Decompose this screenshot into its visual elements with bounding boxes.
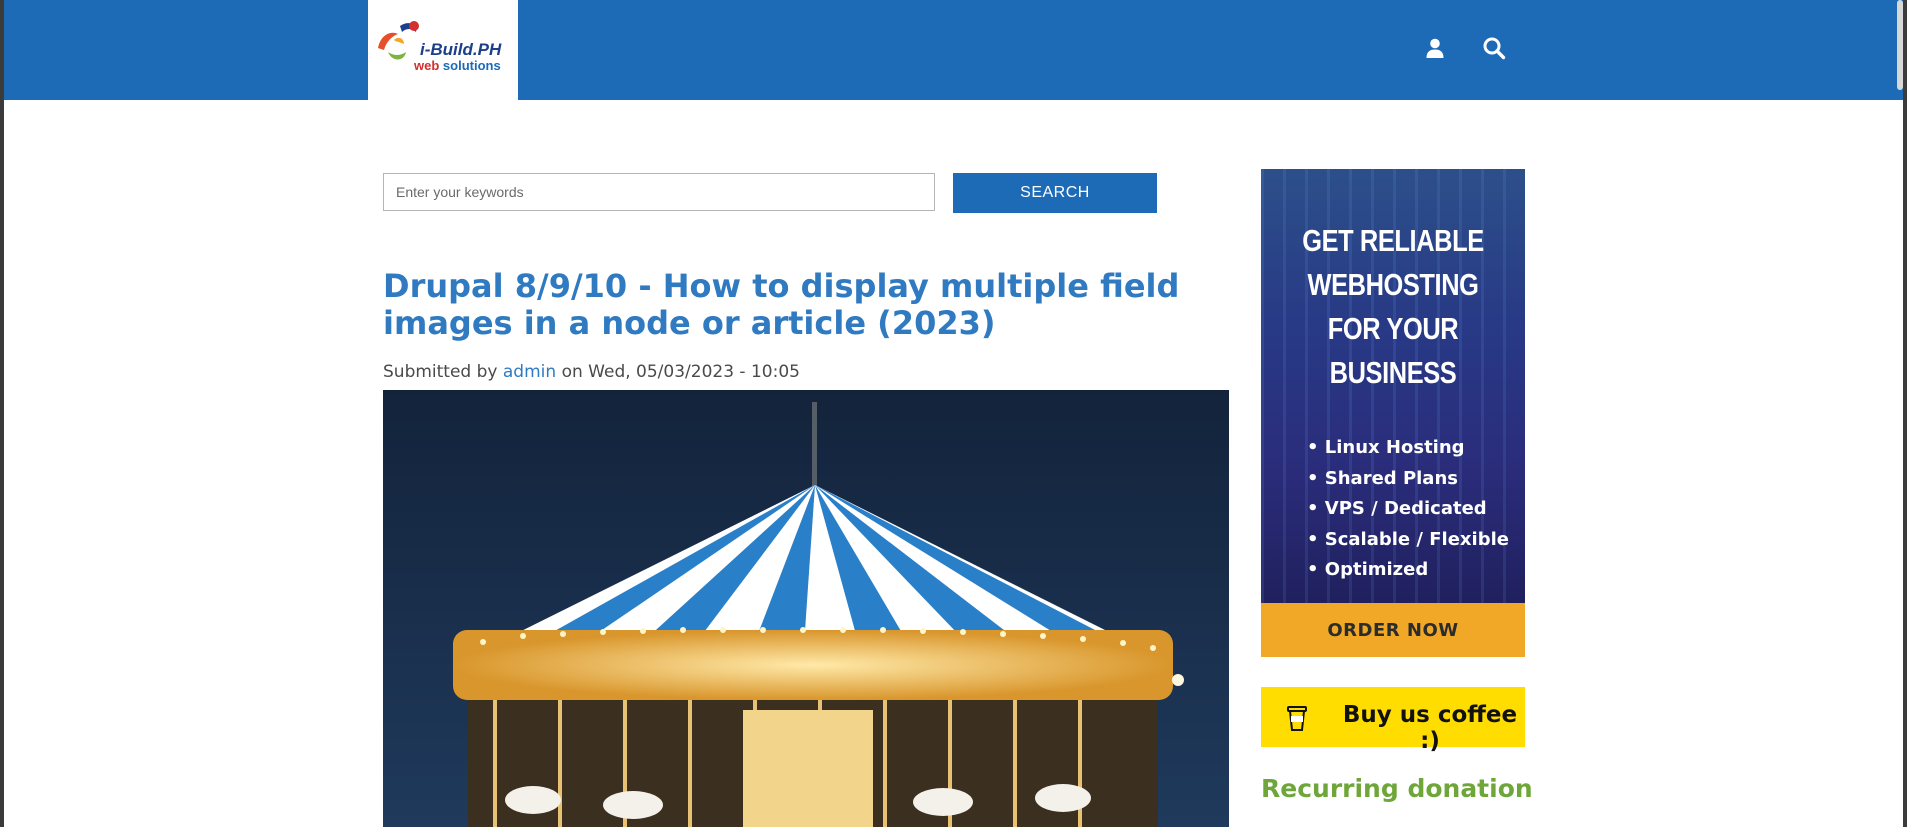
carousel-photo [383,390,1229,827]
ad-headline-line: BUSINESS [1329,355,1457,390]
site-logo[interactable]: i-Build.PH web solutions [368,0,518,100]
date-prefix: on [561,362,583,382]
ad-feature-item: Optimized [1307,555,1509,586]
author-link[interactable]: admin [503,362,556,382]
ad-feature-item: VPS / Dedicated [1307,494,1509,525]
search-icon[interactable] [1482,36,1506,60]
ad-headline-line: GET RELIABLE [1302,223,1484,258]
search-button[interactable]: SEARCH [953,173,1157,213]
webhosting-ad[interactable]: GET RELIABLE WEBHOSTING FOR YOUR BUSINES… [1261,169,1525,603]
ad-headline-line: WEBHOSTING [1307,267,1479,302]
logo-title: i-Build.PH [420,40,502,59]
article-title[interactable]: Drupal 8/9/10 - How to display multiple … [383,268,1253,342]
ad-feature-list: Linux Hosting Shared Plans VPS / Dedicat… [1307,433,1509,586]
article-hero-image [383,390,1229,827]
logo-subtitle: web solutions [414,58,501,73]
ad-feature-item: Scalable / Flexible [1307,525,1509,556]
logo-subtitle-solutions: solutions [442,58,501,73]
search-input[interactable] [383,173,935,211]
logo-subtitle-web: web [414,58,440,73]
coffee-cup-icon [1287,706,1307,731]
ad-feature-item: Linux Hosting [1307,433,1509,464]
browser-page: i-Build.PH web solutions SEARCH Drupal 8… [4,0,1903,827]
submitted-by-label: Submitted by [383,362,498,382]
ad-feature-item: Shared Plans [1307,464,1509,495]
user-icon[interactable] [1423,36,1447,60]
recurring-donation-heading: Recurring donation [1261,774,1533,803]
buy-coffee-label: Buy us coffee :) [1342,702,1518,754]
ad-headline-line: FOR YOUR [1327,311,1459,346]
site-header: i-Build.PH web solutions [4,0,1903,100]
article-meta: Submitted by admin on Wed, 05/03/2023 - … [383,362,800,382]
ad-headline: GET RELIABLE WEBHOSTING FOR YOUR BUSINES… [1285,219,1501,395]
post-date: Wed, 05/03/2023 - 10:05 [588,362,800,382]
buy-coffee-button[interactable]: Buy us coffee :) [1261,687,1525,754]
page-scrollbar[interactable] [1897,0,1903,90]
order-now-button[interactable]: ORDER NOW [1261,603,1525,657]
